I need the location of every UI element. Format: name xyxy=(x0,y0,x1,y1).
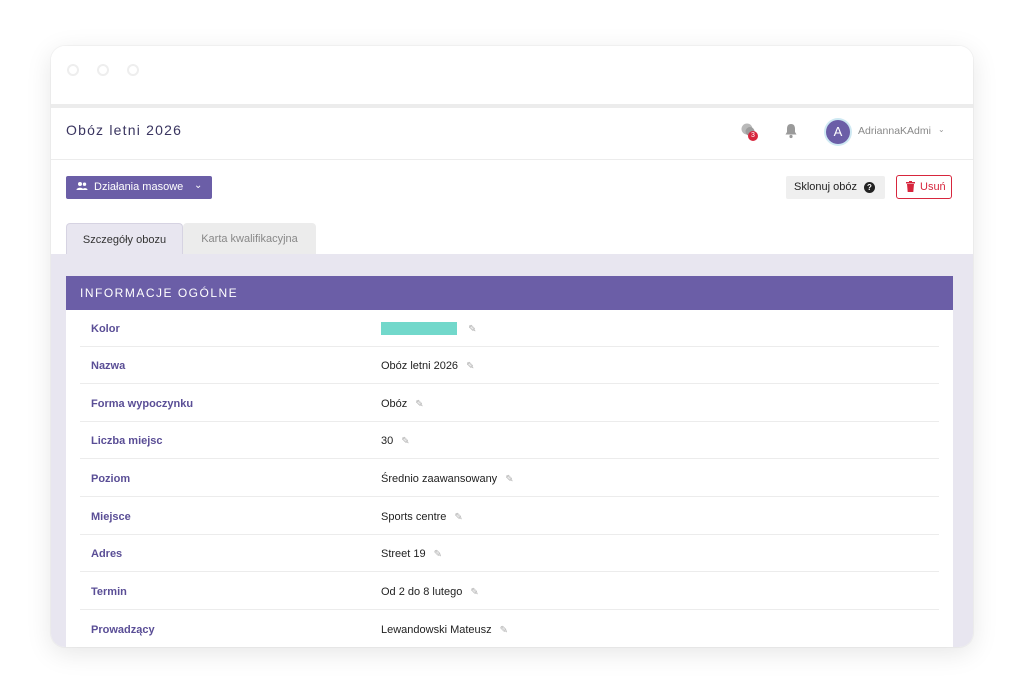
user-menu-chevron-icon[interactable]: ⌄ xyxy=(938,125,945,134)
info-row-address: Adres Street 19 ✎ xyxy=(80,535,939,572)
pencil-icon[interactable]: ✎ xyxy=(505,474,513,485)
info-row-leader: Prowadzący Lewandowski Mateusz ✎ xyxy=(80,611,939,647)
row-value: Od 2 do 8 lutego ✎ xyxy=(381,586,479,598)
row-value: Obóz letni 2026 ✎ xyxy=(381,360,474,372)
question-icon[interactable]: ? xyxy=(864,182,875,193)
pencil-icon[interactable]: ✎ xyxy=(466,361,474,372)
info-row-name: Nazwa Obóz letni 2026 ✎ xyxy=(80,347,939,384)
tab-camp-details[interactable]: Szczegóły obozu xyxy=(66,223,183,254)
app-window: Obóz letni 2026 3 A AdriannaKAdmi ⌄ Dzia… xyxy=(51,46,973,647)
username[interactable]: AdriannaKAdmi xyxy=(858,125,931,137)
users-icon xyxy=(76,181,88,194)
delete-button[interactable]: Usuń xyxy=(896,175,952,199)
clone-camp-button[interactable]: Sklonuj obóz ? xyxy=(786,176,885,199)
info-row-level: Poziom Średnio zaawansowany ✎ xyxy=(80,460,939,497)
chevron-down-icon: ⌄ xyxy=(194,180,203,191)
row-value: Lewandowski Mateusz ✎ xyxy=(381,624,508,636)
window-titlebar xyxy=(51,46,973,104)
info-row-term: Termin Od 2 do 8 lutego ✎ xyxy=(80,573,939,610)
pencil-icon[interactable]: ✎ xyxy=(434,549,442,560)
avatar[interactable]: A xyxy=(826,120,850,144)
pencil-icon[interactable]: ✎ xyxy=(415,399,423,410)
mass-actions-button[interactable]: Działania masowe ⌄ xyxy=(66,176,212,199)
row-label: Miejsce xyxy=(91,511,131,523)
info-row-color: Kolor ✎ xyxy=(80,310,939,347)
pencil-icon[interactable]: ✎ xyxy=(468,324,476,335)
pencil-icon[interactable]: ✎ xyxy=(470,587,478,598)
row-label: Nazwa xyxy=(91,360,126,372)
row-value-text: Sports centre xyxy=(381,511,447,523)
section-title: INFORMACJE OGÓLNE xyxy=(80,286,239,300)
row-value: ✎ xyxy=(381,322,476,336)
tab-qualification-card[interactable]: Karta kwalifikacyjna xyxy=(183,223,316,254)
clone-camp-label: Sklonuj obóz xyxy=(794,181,857,193)
pencil-icon[interactable]: ✎ xyxy=(454,512,462,523)
row-value: Sports centre ✎ xyxy=(381,511,463,523)
row-label: Termin xyxy=(91,586,127,598)
window-dot-minimize[interactable] xyxy=(97,64,109,76)
row-value-text: Lewandowski Mateusz xyxy=(381,624,492,636)
row-label: Prowadzący xyxy=(91,624,155,636)
pencil-icon[interactable]: ✎ xyxy=(500,625,508,636)
row-value: 30 ✎ xyxy=(381,435,410,447)
row-label: Liczba miejsc xyxy=(91,435,163,447)
window-dot-close[interactable] xyxy=(67,64,79,76)
page-header: Obóz letni 2026 3 A AdriannaKAdmi ⌄ xyxy=(51,108,973,160)
row-value: Średnio zaawansowany ✎ xyxy=(381,473,514,485)
row-value-text: Obóz xyxy=(381,398,408,410)
info-row-places: Liczba miejsc 30 ✎ xyxy=(80,422,939,459)
general-info-card: INFORMACJE OGÓLNE Kolor ✎ Nazwa Obóz let… xyxy=(66,276,953,647)
row-label: Adres xyxy=(91,548,123,560)
chat-icon[interactable]: 3 xyxy=(739,121,759,141)
row-value: Street 19 ✎ xyxy=(381,548,442,560)
row-value: Obóz ✎ xyxy=(381,398,424,410)
info-row-place: Miejsce Sports centre ✎ xyxy=(80,498,939,535)
row-value-text: Street 19 xyxy=(381,548,426,560)
row-value-text: Obóz letni 2026 xyxy=(381,360,459,372)
page-title: Obóz letni 2026 xyxy=(66,122,183,138)
trash-icon xyxy=(906,181,915,195)
row-label: Poziom xyxy=(91,473,131,485)
info-row-form: Forma wypoczynku Obóz ✎ xyxy=(80,385,939,422)
window-dot-maximize[interactable] xyxy=(127,64,139,76)
bell-icon[interactable] xyxy=(781,121,801,141)
row-value-text: Średnio zaawansowany xyxy=(381,473,498,485)
row-value-text: Od 2 do 8 lutego xyxy=(381,586,463,598)
tab-camp-details-label: Szczegóły obozu xyxy=(82,234,167,246)
row-label: Kolor xyxy=(91,323,120,335)
mass-actions-label: Działania masowe xyxy=(94,181,184,193)
tab-qualification-card-label: Karta kwalifikacyjna xyxy=(201,233,298,245)
section-header: INFORMACJE OGÓLNE xyxy=(66,276,953,310)
row-label: Forma wypoczynku xyxy=(91,398,194,410)
row-value-text: 30 xyxy=(381,435,394,447)
color-swatch[interactable] xyxy=(381,322,457,335)
delete-label: Usuń xyxy=(920,181,946,193)
pencil-icon[interactable]: ✎ xyxy=(401,436,409,447)
notification-count-badge: 3 xyxy=(748,131,758,141)
